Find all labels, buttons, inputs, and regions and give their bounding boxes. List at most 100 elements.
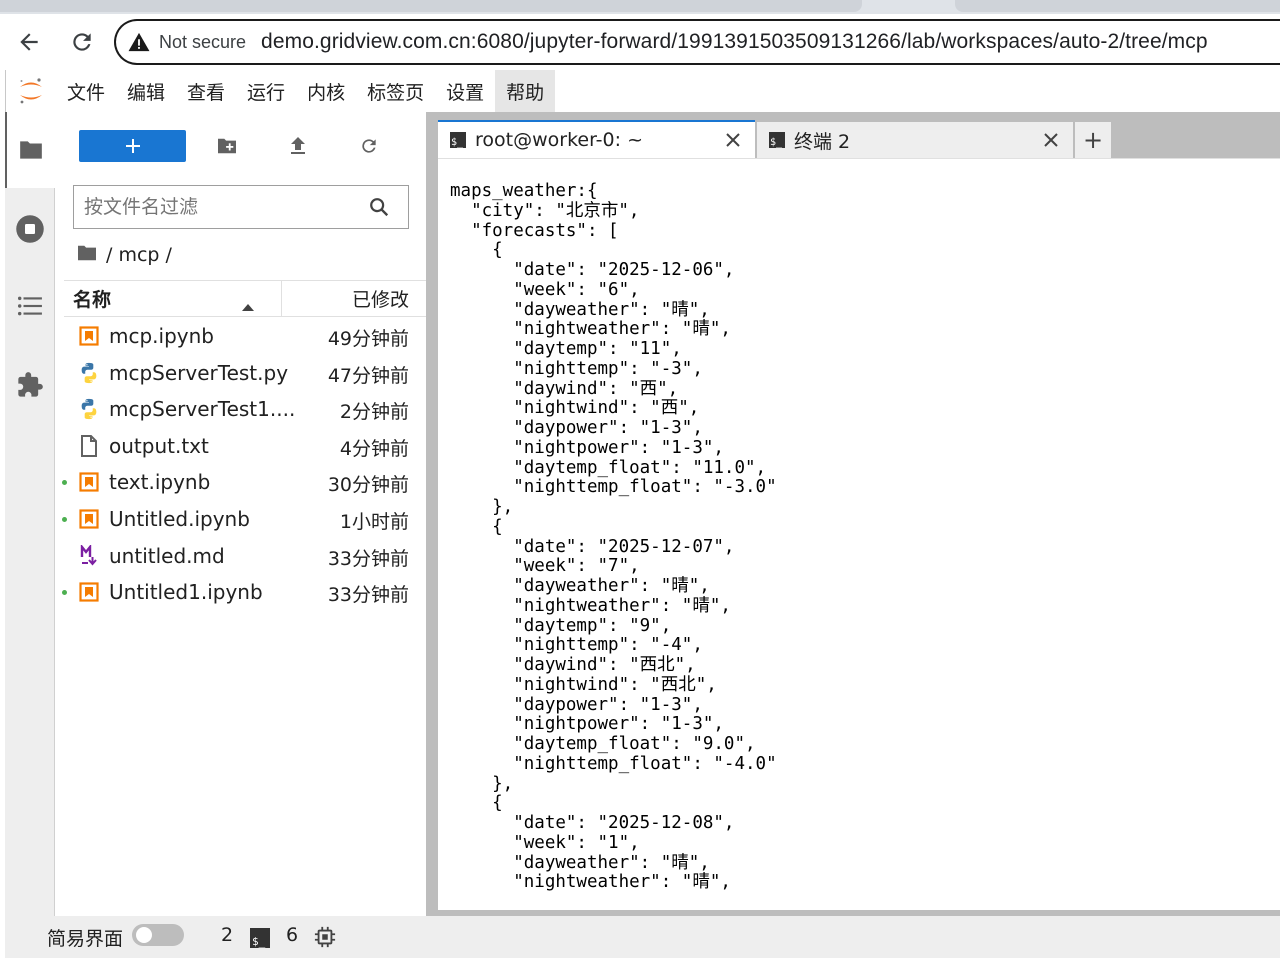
file-row[interactable]: text.ipynb 30分钟前 — [56, 464, 426, 501]
running-indicator — [62, 516, 67, 522]
menu-help[interactable]: 帮助 — [495, 70, 556, 112]
notebook-file-icon — [78, 471, 100, 493]
refresh-icon — [362, 139, 376, 153]
warning-triangle-icon[interactable] — [128, 31, 150, 53]
terminal-line: "daypower": "1-3", — [450, 418, 703, 438]
terminal-line: { — [450, 793, 503, 814]
file-row[interactable]: mcp.ipynb 49分钟前 — [56, 318, 426, 355]
address-bar[interactable]: Not secure demo.gridview.com.cn:6080/jup… — [114, 19, 1280, 65]
terminal-line: }, — [450, 773, 514, 794]
menu-tabs[interactable]: 标签页 — [356, 70, 435, 112]
terminal-line: "daywind": "西北", — [450, 655, 696, 675]
file-row[interactable]: mcpServerTest.py 47分钟前 — [56, 355, 426, 392]
running-indicator — [62, 480, 67, 486]
menu-kernel[interactable]: 内核 — [296, 70, 356, 112]
terminal-line: "daytemp": "9", — [450, 615, 672, 636]
file-row[interactable]: Untitled.ipynb 1小时前 — [56, 501, 426, 538]
folder-icon[interactable] — [76, 244, 98, 267]
close-icon[interactable] — [723, 130, 743, 150]
terminal-icon[interactable]: $_ — [250, 928, 270, 948]
terminal-line: "nightweather": "晴", — [450, 319, 731, 340]
file-list: mcp.ipynb 49分钟前 mcpServerTest.py 47分钟前 mcpSe… — [56, 318, 426, 611]
running-sessions-tab[interactable] — [5, 191, 55, 267]
terminal-line: "daywind": "西", — [450, 378, 679, 399]
file-name: mcp.ipynb — [109, 324, 214, 348]
terminal-line: { — [450, 516, 503, 537]
markdown-file-icon — [78, 544, 100, 567]
file-row[interactable]: output.txt 4分钟前 — [56, 428, 426, 465]
terminal-line: "nighttemp_float": "-3.0" — [450, 477, 777, 498]
python-file-icon — [78, 398, 100, 420]
new-launcher-button[interactable] — [79, 130, 186, 162]
file-modified: 30分钟前 — [327, 474, 409, 497]
url-text[interactable]: demo.gridview.com.cn:6080/jupyter-forwar… — [261, 30, 1208, 54]
folder-icon — [20, 141, 42, 159]
cpu-icon[interactable] — [314, 926, 336, 952]
tab-terminal-root[interactable]: $_ root@worker-0: ~ — [438, 120, 755, 158]
toggle-knob — [136, 927, 152, 943]
terminal-line: "forecasts": [ — [450, 220, 619, 241]
terminal-line: "week": "1", — [450, 832, 640, 853]
modified-column-header[interactable]: 已修改 — [282, 285, 426, 312]
terminal-line: "week": "6", — [450, 279, 640, 300]
back-button[interactable] — [11, 24, 47, 60]
menu-settings[interactable]: 设置 — [435, 70, 495, 112]
file-row[interactable]: mcpServerTest1.... 2分钟前 — [56, 391, 426, 428]
refresh-button[interactable] — [352, 130, 386, 162]
terminal-line: "date": "2025-12-08", — [450, 813, 735, 833]
list-icon — [17, 296, 42, 316]
menu-run[interactable]: 运行 — [236, 70, 296, 112]
menu-file[interactable]: 文件 — [56, 70, 116, 112]
terminal-count[interactable]: 6 — [286, 924, 298, 946]
breadcrumb-path[interactable]: / mcp / — [106, 244, 172, 266]
menu-edit[interactable]: 编辑 — [116, 70, 176, 112]
browser-tab[interactable] — [0, 0, 862, 12]
puzzle-icon — [18, 372, 43, 397]
browser-tab[interactable] — [955, 0, 1280, 12]
browser-toolbar: Not secure demo.gridview.com.cn:6080/jup… — [0, 14, 1280, 70]
panel-splitter[interactable] — [426, 112, 438, 916]
not-secure-label[interactable]: Not secure — [159, 32, 246, 53]
file-modified: 33分钟前 — [327, 584, 409, 607]
terminal-line: "daytemp_float": "11.0", — [450, 457, 767, 478]
file-name: untitled.md — [109, 543, 225, 568]
terminal-output[interactable]: maps_weather:{ "city": "北京市", "forecasts… — [438, 158, 1280, 910]
kernel-count[interactable]: 2 — [221, 924, 233, 946]
tab-terminal-2[interactable]: $_ 终端 2 — [757, 122, 1073, 158]
terminal-line: "nightwind": "西北", — [450, 674, 717, 695]
extension-manager-tab[interactable] — [5, 347, 55, 423]
file-modified: 4分钟前 — [339, 437, 409, 460]
sort-ascending-icon — [241, 294, 255, 316]
simple-mode-toggle[interactable] — [132, 924, 184, 946]
main-tab-bar: $_ root@worker-0: ~ $_ 终端 2 + — [438, 112, 1280, 158]
jupyter-logo-icon — [6, 70, 56, 112]
terminal-line: "dayweather": "晴", — [450, 299, 710, 320]
name-column-header[interactable]: 名称 — [64, 281, 282, 316]
file-name: Untitled.ipynb — [109, 506, 250, 531]
file-filter-field[interactable] — [73, 185, 409, 229]
search-icon — [368, 196, 390, 222]
close-icon[interactable] — [1041, 130, 1061, 150]
table-of-contents-tab[interactable] — [5, 268, 55, 344]
file-modified: 49分钟前 — [327, 328, 409, 350]
terminal-line: "daytemp": "11", — [450, 339, 682, 359]
tab-label: 终端 2 — [794, 130, 851, 153]
file-browser-tab[interactable] — [5, 112, 55, 188]
file-filter-input[interactable] — [84, 196, 364, 218]
stop-circle-icon — [16, 215, 44, 243]
back-arrow-icon — [20, 33, 38, 51]
text-file-icon — [78, 434, 100, 457]
terminal-line: "nightpower": "1-3", — [450, 714, 724, 735]
new-folder-icon — [218, 138, 236, 154]
reload-icon — [73, 33, 91, 51]
file-row[interactable]: Untitled1.ipynb 33分钟前 — [56, 574, 426, 611]
reload-button[interactable] — [64, 24, 100, 60]
menu-view[interactable]: 查看 — [176, 70, 236, 112]
file-modified: 2分钟前 — [339, 401, 409, 424]
new-folder-button[interactable] — [210, 130, 244, 162]
breadcrumb: / mcp / — [76, 242, 172, 268]
upload-button[interactable] — [281, 130, 315, 162]
file-modified: 33分钟前 — [327, 547, 409, 570]
add-tab-button[interactable]: + — [1075, 122, 1111, 158]
file-row[interactable]: untitled.md 33分钟前 — [56, 538, 426, 575]
